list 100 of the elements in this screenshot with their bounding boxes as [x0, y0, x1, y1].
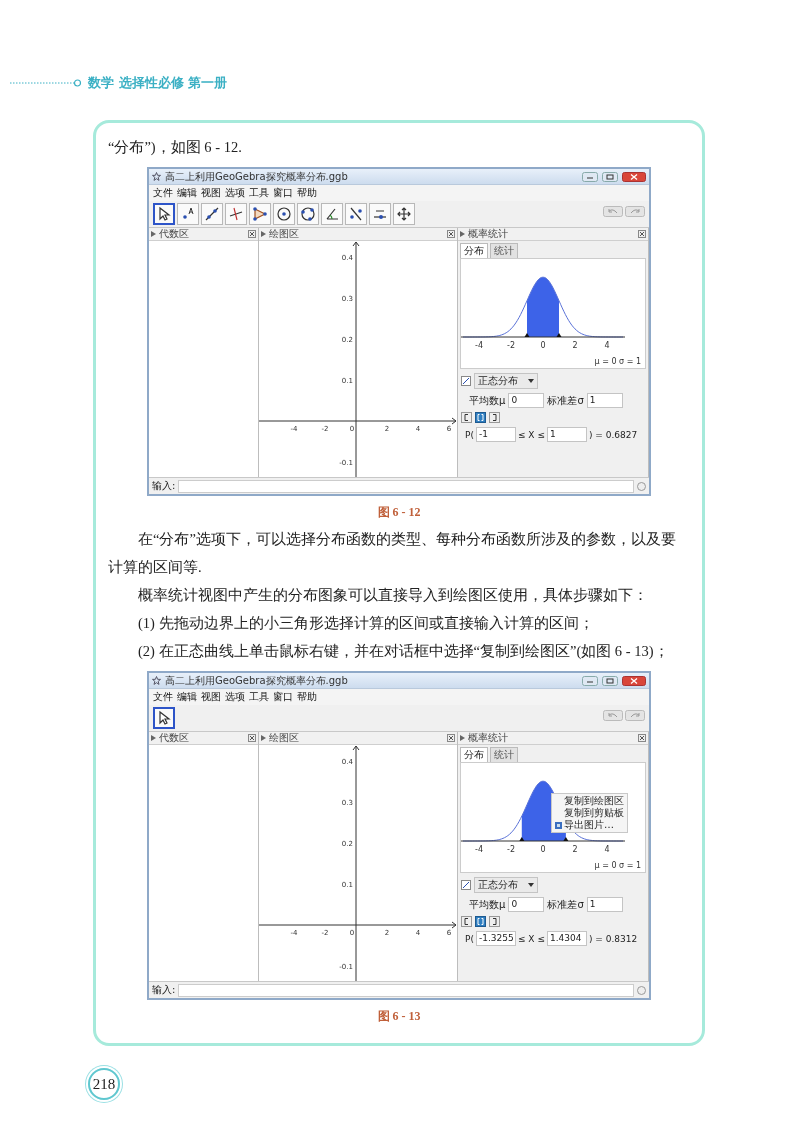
- menu-item[interactable]: 帮助: [297, 690, 317, 704]
- menu-item[interactable]: 文件: [153, 186, 173, 200]
- tool-button[interactable]: [153, 203, 175, 225]
- panel-title: 绘图区: [269, 228, 300, 240]
- help-icon: [637, 481, 646, 491]
- inequality-label: ≤ X ≤: [517, 933, 545, 944]
- menu-item[interactable]: 窗口: [273, 186, 293, 200]
- menu-item[interactable]: 窗口: [273, 690, 293, 704]
- body-text: (2) 在正态曲线上单击鼠标右键，并在对话框中选择“复制到绘图区”(如图 6 - 13)；: [137, 642, 670, 661]
- page-number: 218: [88, 1068, 120, 1100]
- triangle-icon: [261, 231, 266, 237]
- axis-tick-label: 2: [572, 341, 578, 350]
- menu-item[interactable]: 选项: [225, 690, 245, 704]
- menu-item[interactable]: 编辑: [177, 186, 197, 200]
- bracket-icon: [477, 414, 484, 421]
- triangle-icon: [261, 735, 266, 741]
- tool-button[interactable]: [393, 203, 415, 225]
- bound-marker: [519, 837, 525, 841]
- pointer-icon: [156, 206, 172, 222]
- mean-field[interactable]: 0: [508, 897, 545, 912]
- axis-tick-label: -4: [475, 845, 483, 854]
- point-icon: [180, 206, 196, 222]
- probability-result: ) = 0.8312: [588, 933, 638, 944]
- interval-button[interactable]: [475, 412, 486, 423]
- input-field[interactable]: [178, 479, 634, 493]
- close-icon: [622, 675, 646, 686]
- interval-button[interactable]: [461, 916, 472, 927]
- axis-tick-label: 0: [540, 341, 546, 350]
- menu-item[interactable]: 编辑: [177, 690, 197, 704]
- interval-button[interactable]: [489, 412, 500, 423]
- upper-bound-field[interactable]: 1.4304: [546, 931, 587, 946]
- sd-field[interactable]: 1: [586, 897, 623, 912]
- tool-button[interactable]: [153, 707, 175, 729]
- body-text: 在“分布”选项下，可以选择分布函数的类型、每种分布函数所涉及的参数，以及要计算的区间等.: [108, 530, 677, 577]
- axis-tick-label: 4: [604, 341, 610, 350]
- upper-bound-field[interactable]: 1: [546, 427, 587, 442]
- mean-field[interactable]: 0: [508, 393, 545, 408]
- axis-tick-label: -2: [507, 845, 515, 854]
- triangle-icon: [151, 735, 156, 741]
- tool-button[interactable]: [345, 203, 367, 225]
- menu-item[interactable]: 工具: [249, 690, 269, 704]
- close-icon: [622, 171, 646, 182]
- inequality-label: ≤ X ≤: [517, 429, 545, 440]
- maximize-icon: [602, 171, 618, 182]
- figure-caption: 图 6 - 12: [377, 504, 421, 521]
- header-ornament: [10, 79, 82, 87]
- body-text: “分布”)，如图 6 - 12.: [108, 138, 243, 157]
- maximize-icon: [602, 675, 618, 686]
- parameter-label: 标准差σ: [547, 897, 584, 912]
- parameter-label: 平均数μ: [469, 393, 506, 408]
- input-label: 输入:: [152, 983, 176, 997]
- tab[interactable]: 分布: [460, 747, 488, 762]
- menu-item[interactable]: 复制到绘图区: [555, 795, 624, 807]
- panel-title: 绘图区: [269, 732, 300, 744]
- tool-button[interactable]: [201, 203, 223, 225]
- panel-title: 概率统计: [468, 732, 509, 744]
- tab[interactable]: 统计: [490, 747, 518, 762]
- figure-caption: 图 6 - 13: [377, 1008, 421, 1025]
- bracket-icon: [463, 414, 470, 421]
- bracket-icon: [477, 918, 484, 925]
- angle-icon: [324, 206, 340, 222]
- shaded-area: [527, 277, 559, 337]
- menu-item[interactable]: 视图: [201, 690, 221, 704]
- interval-button[interactable]: [475, 916, 486, 927]
- body-text: (1) 先拖动边界上的小三角形选择计算的区间或直接输入计算的区间；: [137, 614, 595, 633]
- interval-button[interactable]: [489, 916, 500, 927]
- probability-result: ) = 0.6827: [588, 429, 638, 440]
- tab[interactable]: 分布: [460, 243, 488, 258]
- lower-bound-field[interactable]: -1: [475, 427, 516, 442]
- minimize-icon: [582, 675, 598, 686]
- menu-item[interactable]: 导出图片…: [555, 819, 624, 831]
- axis-tick-label: -4: [475, 341, 483, 350]
- menu-item[interactable]: 帮助: [297, 186, 317, 200]
- interval-button[interactable]: [461, 412, 472, 423]
- menu-item[interactable]: 文件: [153, 690, 173, 704]
- menu-item[interactable]: 视图: [201, 186, 221, 200]
- tool-button[interactable]: [297, 203, 319, 225]
- perpendicular-icon: [228, 206, 244, 222]
- axis-tick-label: 4: [604, 845, 610, 854]
- move-icon: [396, 206, 412, 222]
- bracket-icon: [491, 414, 498, 421]
- tool-button[interactable]: [273, 203, 295, 225]
- parameter-summary: μ = 0 σ = 1: [593, 357, 642, 368]
- distribution-dropdown[interactable]: 正态分布: [474, 373, 538, 389]
- window-title: 高二上利用GeoGebra探究概率分布.ggb: [165, 673, 349, 688]
- menu-item[interactable]: 选项: [225, 186, 245, 200]
- tool-button[interactable]: [225, 203, 247, 225]
- help-icon: [637, 985, 646, 995]
- input-field[interactable]: [178, 983, 634, 997]
- parameter-label: 平均数μ: [469, 897, 506, 912]
- probability-label: P(: [465, 933, 474, 944]
- menu-item[interactable]: 工具: [249, 186, 269, 200]
- distribution-dropdown[interactable]: 正态分布: [474, 877, 538, 893]
- menu-item[interactable]: 复制到剪贴板: [555, 807, 624, 819]
- sd-field[interactable]: 1: [586, 393, 623, 408]
- axis-tick-label: 0: [540, 845, 546, 854]
- lower-bound-field[interactable]: -1.3255: [475, 931, 516, 946]
- tab[interactable]: 统计: [490, 243, 518, 258]
- tool-button[interactable]: [249, 203, 271, 225]
- triangle-icon: [460, 735, 465, 741]
